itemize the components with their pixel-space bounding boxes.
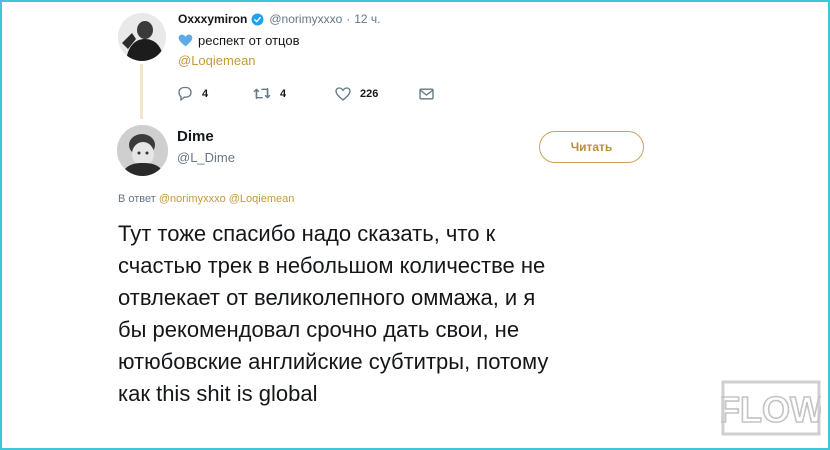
reply-tweet-text: Тут тоже спасибо надо сказать, что к сча…	[118, 221, 549, 406]
thread-connector-line	[140, 64, 143, 119]
reply-author-handle[interactable]: @L_Dime	[177, 150, 235, 165]
like-count: 226	[360, 87, 379, 100]
parent-author-name[interactable]: Oxxxymiron	[178, 12, 247, 26]
reply-count: 4	[202, 87, 209, 100]
flow-watermark-logo: FLOW	[721, 380, 821, 436]
replying-prefix: В ответ	[118, 193, 156, 205]
parent-tweet-actions: 4 4 226	[177, 86, 443, 101]
retweet-action[interactable]: 4	[253, 87, 335, 100]
verified-badge-icon	[251, 13, 264, 25]
envelope-icon	[419, 88, 434, 99]
replying-to-mention-2[interactable]: @Loqiemean	[229, 193, 295, 205]
reply-icon	[178, 86, 192, 101]
replying-to-line: В ответ @norimyxxxo @Loqiemean	[118, 193, 294, 205]
oxxxymiron-avatar[interactable]	[118, 13, 166, 61]
parent-tweet-text: респект от отцов	[198, 33, 300, 48]
parent-tweet-mention[interactable]: @Loqiemean	[178, 53, 256, 68]
header-separator: ·	[346, 12, 351, 26]
parent-author-handle[interactable]: @norimyxxxo	[269, 12, 342, 26]
like-heart-icon	[335, 86, 351, 101]
retweet-count: 4	[280, 87, 287, 100]
parent-tweet-time[interactable]: 12 ч.	[354, 12, 380, 26]
dime-avatar[interactable]	[117, 125, 168, 176]
follow-button[interactable]: Читать	[539, 131, 644, 163]
replying-to-mention-1[interactable]: @norimyxxxo	[159, 193, 226, 205]
blue-heart-emoji-icon	[178, 34, 193, 47]
direct-message-action[interactable]	[419, 88, 443, 100]
reply-author-name[interactable]: Dime	[177, 128, 214, 145]
reply-action[interactable]: 4	[177, 86, 253, 101]
parent-tweet-header: Oxxxymiron @norimyxxxo · 12 ч.	[178, 12, 381, 26]
retweet-icon	[253, 87, 271, 100]
like-action[interactable]: 226	[335, 86, 419, 101]
flow-watermark-text: FLOW	[721, 389, 821, 430]
parent-tweet-text-row: респект от отцов	[178, 33, 299, 48]
